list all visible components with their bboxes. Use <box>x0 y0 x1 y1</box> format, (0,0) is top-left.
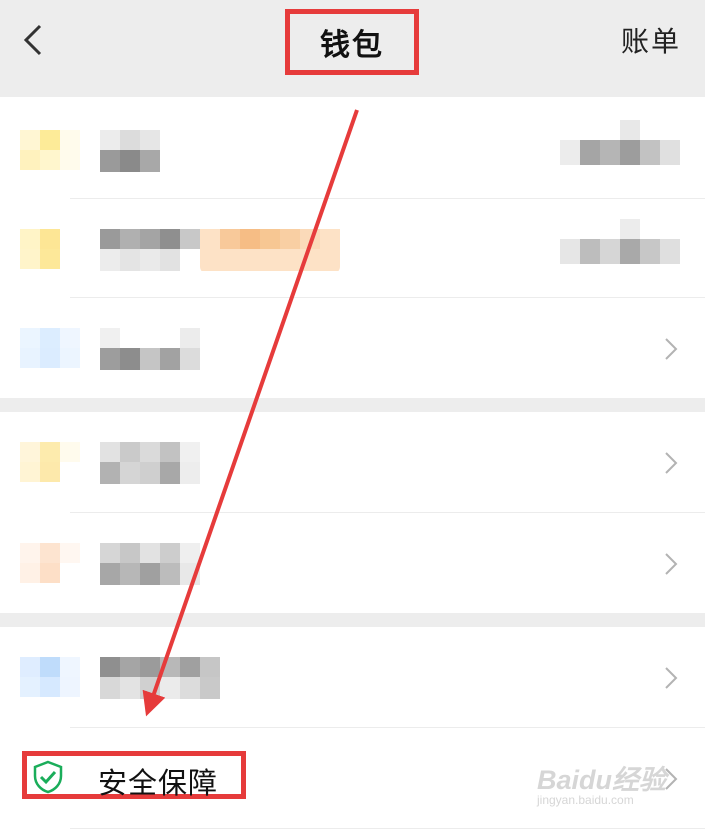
watermark: Baidu经验 jingyan.baidu.com <box>537 758 667 807</box>
list-item-label <box>100 543 200 585</box>
chevron-right-icon <box>665 452 678 474</box>
list-item-value <box>560 120 680 165</box>
section-gap <box>0 398 705 412</box>
card-icon <box>20 229 60 269</box>
chevron-right-icon <box>665 667 678 689</box>
list-item-label <box>100 130 160 172</box>
divider <box>70 828 705 829</box>
list-item[interactable] <box>0 412 705 512</box>
bill-link[interactable]: 账单 <box>621 20 681 60</box>
list-item-label <box>100 328 200 370</box>
service-icon <box>20 543 80 583</box>
coin-icon <box>20 130 80 170</box>
list-item-label <box>100 229 340 271</box>
list-item[interactable] <box>0 298 705 398</box>
back-arrow-icon[interactable] <box>14 18 54 62</box>
security-label: 安全保障 <box>98 766 219 800</box>
list-item-label <box>100 442 200 484</box>
list-item[interactable] <box>0 100 705 200</box>
list-item[interactable] <box>0 199 705 299</box>
list-item[interactable] <box>0 513 705 613</box>
chevron-right-icon <box>665 553 678 575</box>
list-item-value <box>560 219 680 264</box>
page-title: 钱包 <box>285 9 419 75</box>
shield-check-icon <box>33 760 63 794</box>
watermark-main: Baidu经验 <box>537 765 667 795</box>
chevron-right-icon <box>665 338 678 360</box>
nav-bar: 钱包 账单 <box>0 0 705 97</box>
section-gap <box>0 613 705 627</box>
list-item-label <box>100 657 220 699</box>
service-icon <box>20 442 80 482</box>
service-icon <box>20 657 80 697</box>
list-item[interactable] <box>0 627 705 727</box>
service-icon <box>20 328 80 368</box>
